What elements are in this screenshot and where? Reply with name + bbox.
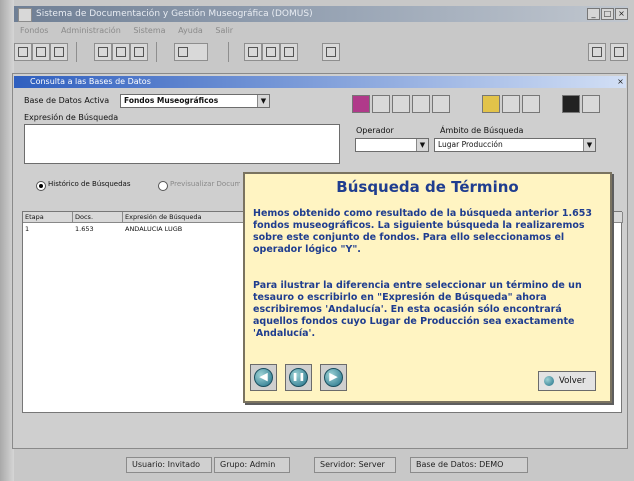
scope-label: Ámbito de Búsqueda — [440, 126, 524, 135]
app-title-bar: Sistema de Documentación y Gestión Museo… — [14, 6, 628, 22]
popup-paragraph-2: Para ilustrar la diferencia entre selecc… — [253, 280, 582, 339]
back-button[interactable]: Volver — [538, 371, 596, 391]
back-icon — [544, 376, 554, 386]
back-button-label: Volver — [559, 376, 586, 386]
column-header-etapa[interactable]: Etapa — [23, 212, 73, 223]
toolbar-new-icon[interactable] — [14, 43, 32, 61]
db-select-value: Fondos Museográficos — [124, 96, 219, 105]
close-button[interactable]: × — [615, 8, 628, 20]
maximize-button[interactable]: □ — [601, 8, 614, 20]
next-button[interactable]: ▶ — [320, 364, 347, 391]
previous-button[interactable]: ◀ — [250, 364, 277, 391]
toolbar-grid-icon[interactable] — [94, 43, 112, 61]
pause-glyph: ❚❚ — [291, 372, 306, 381]
toolbar-document-icon[interactable] — [244, 43, 262, 61]
menu-fondos[interactable]: Fondos — [20, 26, 48, 35]
app-icon — [18, 8, 32, 22]
operator-label: Operador — [356, 126, 394, 135]
chevron-down-icon[interactable]: ▼ — [583, 139, 595, 151]
status-bar: Usuario: Invitado Grupo: Admin Servidor:… — [14, 451, 628, 477]
app-title: Sistema de Documentación y Gestión Museo… — [36, 9, 313, 19]
toolbar-separator — [228, 42, 229, 62]
folder-icon[interactable] — [482, 95, 500, 113]
menu-administracion[interactable]: Administración — [61, 26, 121, 35]
menu-bar: Fondos Administración Sistema Ayuda Sali… — [14, 24, 628, 37]
db-select[interactable]: Fondos Museográficos ▼ — [120, 94, 270, 108]
window-controls: _ □ × — [587, 8, 628, 20]
image-icon[interactable] — [412, 95, 430, 113]
toolbar-save-icon[interactable] — [50, 43, 68, 61]
toolbar-table-icon[interactable] — [322, 43, 340, 61]
operator-select[interactable]: ▼ — [355, 138, 429, 152]
status-server: Servidor: Server — [314, 457, 396, 473]
status-user: Usuario: Invitado — [126, 457, 212, 473]
list-icon[interactable] — [392, 95, 410, 113]
toolbar-form-icon[interactable] — [112, 43, 130, 61]
app-window: Sistema de Documentación y Gestión Museo… — [0, 0, 634, 481]
arrow-left-glyph: ◀ — [259, 370, 268, 383]
toolbar-open-icon[interactable] — [32, 43, 50, 61]
table-cell[interactable]: ANDALUCIA LUGB — [123, 224, 245, 234]
toolbar-window-icon[interactable] — [280, 43, 298, 61]
menu-salir[interactable]: Salir — [215, 26, 233, 35]
search-window-title: Consulta a las Bases de Datos — [14, 76, 626, 88]
status-group: Grupo: Admin — [214, 457, 290, 473]
minimize-button[interactable]: _ — [587, 8, 600, 20]
main-toolbar — [14, 40, 628, 66]
menu-sistema[interactable]: Sistema — [133, 26, 165, 35]
chevron-down-icon[interactable]: ▼ — [257, 95, 269, 107]
table-cell[interactable]: 1.653 — [73, 224, 125, 234]
toolbar-report-icon[interactable] — [174, 43, 208, 61]
popup-paragraph-1: Hemos obtenido como resultado de la búsq… — [253, 208, 592, 255]
table-cell[interactable]: 1 — [23, 224, 75, 234]
tree-icon[interactable] — [432, 95, 450, 113]
history-radio-label: Histórico de Búsquedas — [48, 180, 131, 188]
expression-label: Expresión de Búsqueda — [24, 113, 119, 122]
db-label: Base de Datos Activa — [24, 96, 110, 105]
preview-radio[interactable] — [158, 181, 168, 191]
popup-title: Búsqueda de Término — [336, 178, 519, 196]
toolbar-font-icon[interactable] — [262, 43, 280, 61]
edit-icon[interactable] — [562, 95, 580, 113]
toolbar-separator — [76, 42, 77, 62]
scope-select-value: Lugar Producción — [438, 140, 503, 149]
toolbar-help-icon[interactable] — [610, 43, 628, 61]
chevron-down-icon[interactable]: ▼ — [416, 139, 428, 151]
trash-icon[interactable] — [522, 95, 540, 113]
thesaurus-icon[interactable] — [372, 95, 390, 113]
menu-ayuda[interactable]: Ayuda — [178, 26, 203, 35]
arrow-right-glyph: ▶ — [329, 370, 338, 383]
tutorial-popup: Búsqueda de Término Hemos obtenido como … — [243, 172, 612, 403]
preview-radio-label: Previsualizar Documentos — [170, 180, 240, 188]
toolbar-exit-icon[interactable] — [588, 43, 606, 61]
exit-icon[interactable] — [582, 95, 600, 113]
toolbar-list-icon[interactable] — [130, 43, 148, 61]
column-header-docs[interactable]: Docs. — [73, 212, 123, 223]
toolbar-separator — [156, 42, 157, 62]
disk-icon[interactable] — [502, 95, 520, 113]
search-window-close-button[interactable]: × — [616, 77, 625, 86]
scope-select[interactable]: Lugar Producción ▼ — [434, 138, 596, 152]
book-icon[interactable] — [352, 95, 370, 113]
history-radio[interactable] — [36, 181, 46, 191]
expression-input[interactable] — [24, 124, 340, 164]
pause-button[interactable]: ❚❚ — [285, 364, 312, 391]
status-database: Base de Datos: DEMO — [410, 457, 528, 473]
